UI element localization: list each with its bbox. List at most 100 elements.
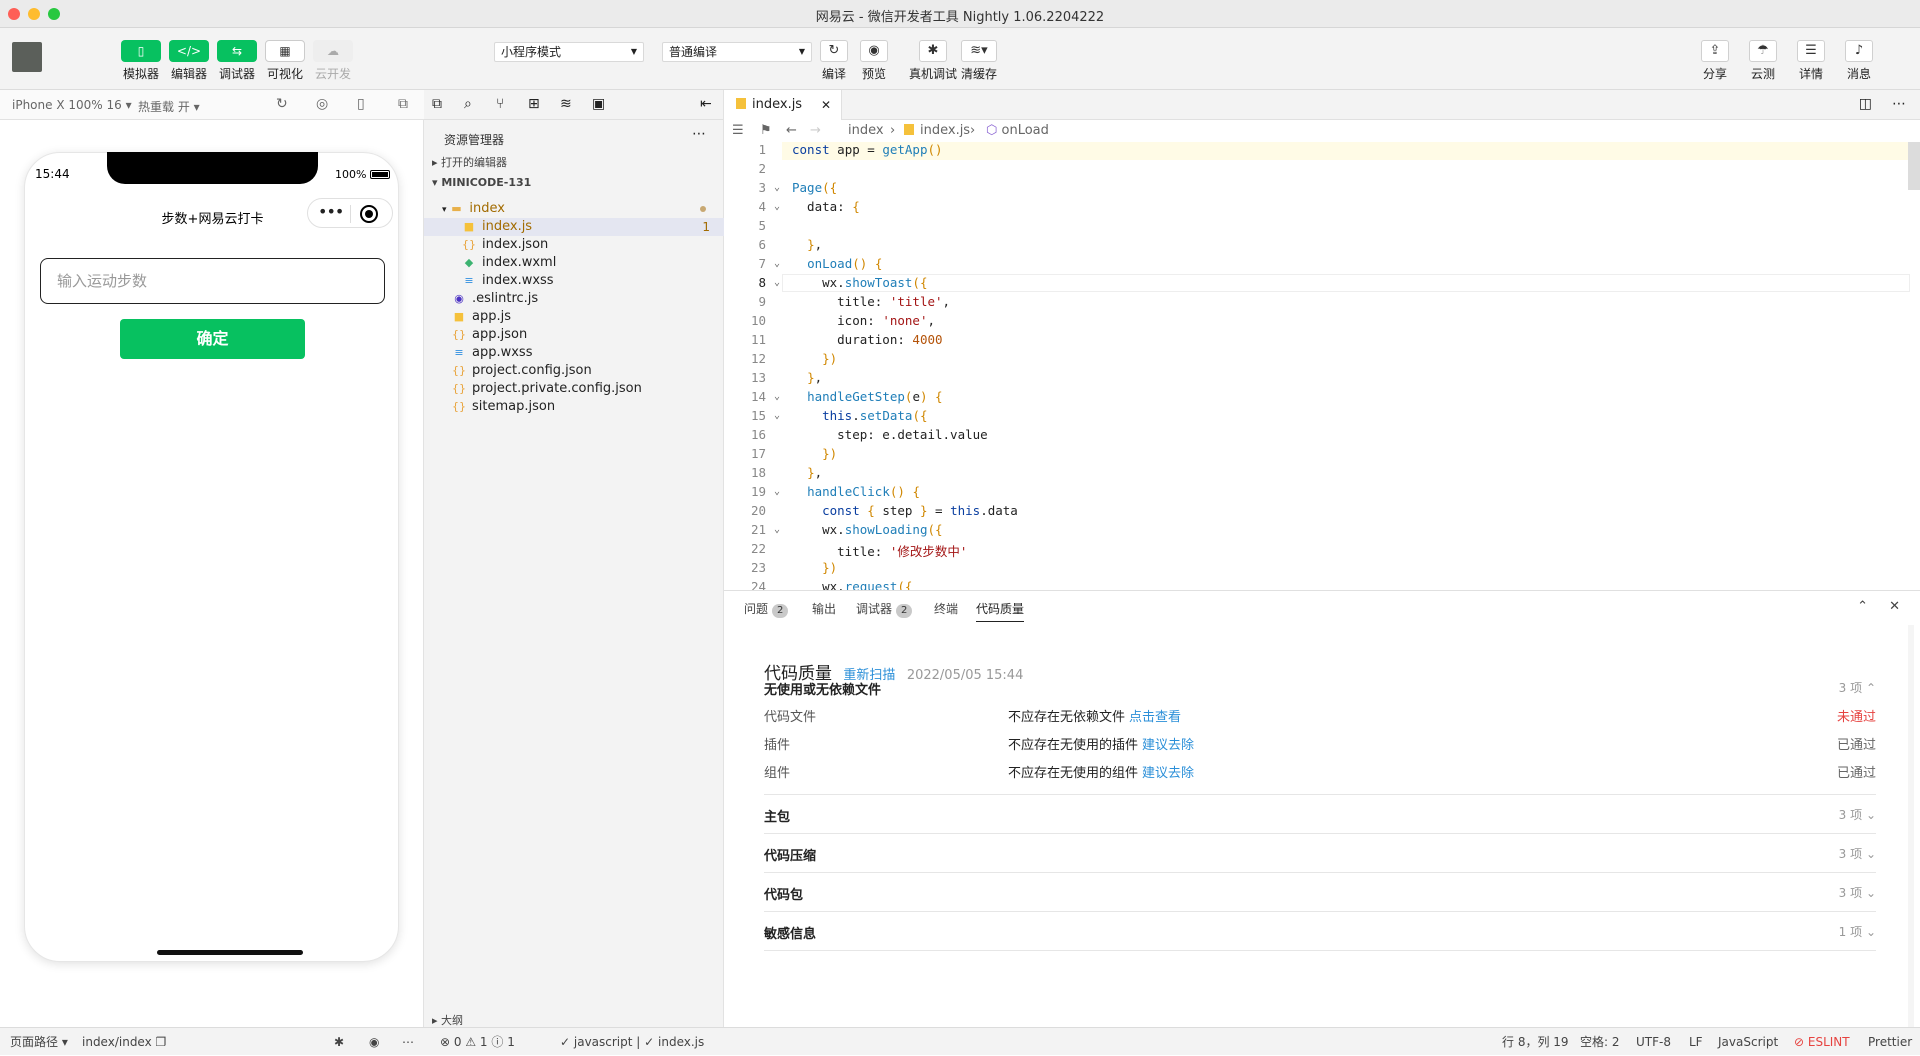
record-icon[interactable]: ◎ xyxy=(316,96,328,112)
editor-button[interactable]: </> 编辑器 xyxy=(166,40,212,82)
bookmark-icon[interactable]: ⚑ xyxy=(760,120,772,142)
file-item[interactable]: ▾ ▬ index xyxy=(424,200,724,218)
panel-scrollbar[interactable] xyxy=(1908,625,1914,1028)
lint-status[interactable]: ✓ javascript | ✓ index.js xyxy=(560,1028,704,1056)
quality-section-header[interactable]: 代码压缩 3 项 ⌄ xyxy=(764,845,1876,864)
prettier-status[interactable]: Prettier xyxy=(1868,1028,1912,1056)
compile-mode-select[interactable]: 普通编译 ▼ xyxy=(662,42,812,62)
panel-tab[interactable]: 问题 2 xyxy=(744,600,789,618)
line-ending[interactable]: LF xyxy=(1689,1028,1703,1056)
fold-icon[interactable]: ⌄ xyxy=(774,182,780,193)
quality-section-header[interactable]: 无使用或无依赖文件 3 项 ⌃ xyxy=(764,679,1876,698)
panel-tab[interactable]: 调试器 2 xyxy=(856,600,913,618)
debugger-button[interactable]: ⇆ 调试器 xyxy=(214,40,260,82)
scrollbar-thumb[interactable] xyxy=(1908,142,1920,190)
check-action-link[interactable]: 点击查看 xyxy=(1129,710,1181,725)
indent-setting[interactable]: 空格: 2 xyxy=(1580,1028,1620,1056)
device-select[interactable]: iPhone X 100% 16 ▾ xyxy=(12,98,132,112)
file-item[interactable]: {} project.private.config.json xyxy=(424,380,724,398)
file-item[interactable]: {} project.config.json xyxy=(424,362,724,380)
check-action-link[interactable]: 建议去除 xyxy=(1142,766,1194,781)
preview-button[interactable]: ◉ 预览 xyxy=(851,40,897,82)
collapse-panel-icon[interactable]: ⌃ xyxy=(1857,599,1868,614)
clear-cache-button[interactable]: ≋▾ 清缓存 xyxy=(955,40,1003,82)
hot-reload-select[interactable]: 热重载 开 ▾ xyxy=(138,98,200,115)
image-icon[interactable]: ▣ xyxy=(592,96,605,112)
steps-input[interactable]: 输入运动步数 xyxy=(40,258,385,304)
fold-icon[interactable]: ⌄ xyxy=(774,410,780,421)
share-button[interactable]: ⇪ 分享 xyxy=(1692,40,1738,82)
cloud-dev-button[interactable]: ☁ 云开发 xyxy=(310,40,356,82)
more-actions-icon[interactable]: ⋯ xyxy=(692,126,706,142)
project-section[interactable]: ▾ MINICODE-131 xyxy=(432,176,531,189)
breadcrumb-symbol[interactable]: ⬡ onLoad xyxy=(986,120,1049,142)
debug-icon[interactable]: ✱ xyxy=(334,1028,344,1056)
docker-icon[interactable]: ≋ xyxy=(560,96,572,112)
fold-icon[interactable]: ⌄ xyxy=(774,486,780,497)
outline-section[interactable]: ▸ 大纲 xyxy=(432,1012,463,1028)
confirm-button[interactable]: 确定 xyxy=(120,319,305,359)
file-item[interactable]: ◆ index.wxml xyxy=(424,254,724,272)
copy-icon[interactable]: ❐ xyxy=(156,1035,167,1049)
code-area[interactable]: 1 const app = getApp() 2 3 ⌄ Page({4 ⌄ data: {… xyxy=(724,142,1920,590)
quality-section-header[interactable]: 敏感信息 1 项 ⌄ xyxy=(764,923,1876,942)
breadcrumb-folder[interactable]: index xyxy=(848,120,884,142)
simulator-button[interactable]: ▯ 模拟器 xyxy=(118,40,164,82)
fold-icon[interactable]: ⌄ xyxy=(774,391,780,402)
file-item[interactable]: ■ index.js 1 xyxy=(424,218,724,236)
fold-icon[interactable]: ⌄ xyxy=(774,277,780,288)
details-button[interactable]: ☰ 详情 xyxy=(1788,40,1834,82)
list-icon[interactable]: ☰ xyxy=(732,120,744,142)
visual-button[interactable]: ▦ 可视化 xyxy=(262,40,308,82)
tab-index-js[interactable]: index.js ✕ xyxy=(724,90,842,120)
file-item[interactable]: {} sitemap.json xyxy=(424,398,724,416)
page-path[interactable]: index/index ❐ xyxy=(82,1028,166,1056)
more-icon[interactable]: ⋯ xyxy=(402,1028,414,1056)
more-icon[interactable]: ••• xyxy=(318,202,344,221)
file-item[interactable]: ≡ index.wxss xyxy=(424,272,724,290)
capsule-menu[interactable]: ••• xyxy=(307,198,393,228)
breadcrumb-file[interactable]: index.js xyxy=(904,120,970,142)
rotate-icon[interactable]: ↻ xyxy=(276,96,288,112)
encoding[interactable]: UTF-8 xyxy=(1636,1028,1671,1056)
quality-section-header[interactable]: 代码包 3 项 ⌄ xyxy=(764,884,1876,903)
popout-icon[interactable]: ⧉ xyxy=(398,96,408,112)
panel-tab[interactable]: 输出 xyxy=(812,600,836,617)
split-editor-icon[interactable]: ◫ xyxy=(1859,96,1872,112)
problems-summary[interactable]: ⊗ 0 ⚠ 1 ⓘ 1 xyxy=(440,1028,515,1056)
language-mode[interactable]: JavaScript xyxy=(1718,1028,1778,1056)
eye-icon[interactable]: ◉ xyxy=(369,1028,379,1056)
quality-section-header[interactable]: 主包 3 项 ⌄ xyxy=(764,806,1876,825)
avatar[interactable] xyxy=(12,42,42,72)
file-item[interactable]: ≡ app.wxss xyxy=(424,344,724,362)
close-miniprogram-icon[interactable] xyxy=(360,205,378,223)
search-icon[interactable]: ⌕ xyxy=(464,96,472,112)
real-device-debug-button[interactable]: ✱ 真机调试 xyxy=(903,40,963,82)
phone-frame-icon[interactable]: ▯ xyxy=(357,96,365,112)
open-editors-section[interactable]: ▸ 打开的编辑器 xyxy=(432,154,507,170)
page-path-select[interactable]: 页面路径 ▾ xyxy=(10,1028,68,1056)
back-icon[interactable]: ← xyxy=(786,120,797,142)
file-item[interactable]: {} app.json xyxy=(424,326,724,344)
forward-icon[interactable]: → xyxy=(810,120,821,142)
extensions-icon[interactable]: ⊞ xyxy=(528,96,540,112)
git-icon[interactable]: ⑂ xyxy=(496,96,504,112)
panel-tab[interactable]: 代码质量 xyxy=(976,600,1025,622)
fold-icon[interactable]: ⌄ xyxy=(774,201,780,212)
messages-button[interactable]: ♪ 消息 xyxy=(1836,40,1882,82)
close-tab-icon[interactable]: ✕ xyxy=(821,90,831,120)
file-item[interactable]: ◉ .eslintrc.js xyxy=(424,290,724,308)
file-item[interactable]: {} index.json xyxy=(424,236,724,254)
files-icon[interactable]: ⧉ xyxy=(432,96,442,112)
panel-tab[interactable]: 终端 xyxy=(934,600,958,617)
collapse-panel-icon[interactable]: ⇤ xyxy=(700,96,712,112)
mode-select[interactable]: 小程序模式 ▼ xyxy=(494,42,644,62)
close-panel-icon[interactable]: ✕ xyxy=(1889,599,1900,614)
editor-more-icon[interactable]: ⋯ xyxy=(1892,96,1906,112)
cloud-test-button[interactable]: ☂ 云测 xyxy=(1740,40,1786,82)
fold-icon[interactable]: ⌄ xyxy=(774,524,780,535)
check-action-link[interactable]: 建议去除 xyxy=(1142,738,1194,753)
fold-icon[interactable]: ⌄ xyxy=(774,258,780,269)
cursor-position[interactable]: 行 8，列 19 xyxy=(1502,1028,1569,1056)
eslint-status[interactable]: ⊘ ESLINT xyxy=(1794,1028,1850,1056)
